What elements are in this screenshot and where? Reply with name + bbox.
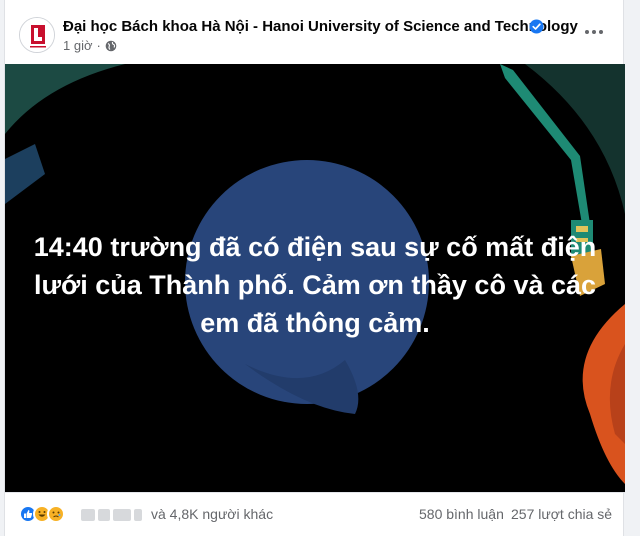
post-time[interactable]: 1 giờ (63, 38, 93, 53)
reaction-icons[interactable] (19, 505, 65, 523)
verified-badge-icon (529, 19, 544, 34)
globe-icon (105, 40, 117, 51)
post-meta: 1 giờ · (63, 38, 117, 53)
reactions-count-link[interactable]: và 4,8K người khác (151, 506, 273, 522)
post-footer: và 4,8K người khác 580 bình luận 257 lượ… (5, 492, 625, 536)
comments-count-link[interactable]: 580 bình luận (419, 506, 504, 522)
meta-separator: · (96, 38, 101, 53)
post-image[interactable]: 14:40 trường đã có điện sau sự cố mất đi… (5, 64, 625, 492)
blurred-reactor-names (81, 507, 143, 523)
more-options-icon[interactable] (579, 20, 609, 44)
shares-count-link[interactable]: 257 lượt chia sẻ (511, 506, 612, 522)
post-card: Đại học Bách khoa Hà Nội - Hanoi Univers… (4, 0, 625, 536)
post-header: Đại học Bách khoa Hà Nội - Hanoi Univers… (5, 0, 625, 64)
image-caption-text: 14:40 trường đã có điện sau sự cố mất đi… (33, 232, 597, 338)
page-avatar[interactable] (19, 17, 55, 53)
page-name-link[interactable]: Đại học Bách khoa Hà Nội - Hanoi Univers… (63, 18, 578, 35)
sad-icon (47, 505, 65, 523)
